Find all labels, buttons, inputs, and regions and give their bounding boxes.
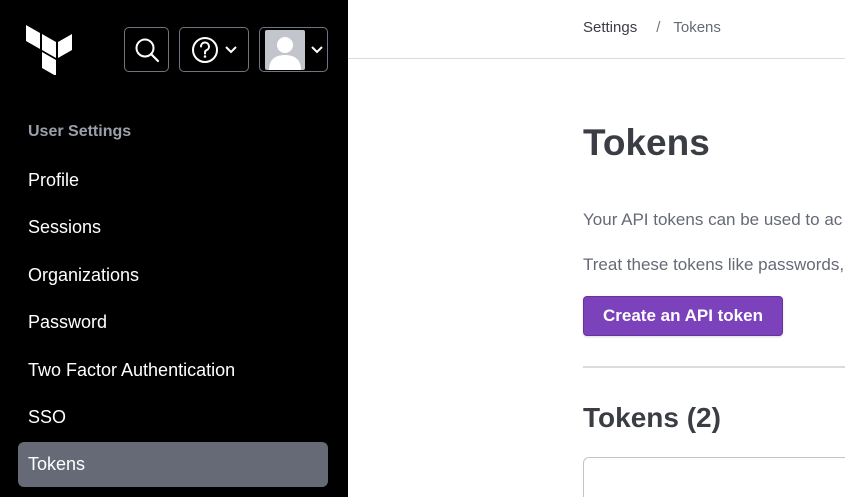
tokens-list-card	[583, 457, 845, 497]
create-api-token-button[interactable]: Create an API token	[583, 296, 783, 336]
sidebar-item-tokens[interactable]: Tokens	[18, 442, 328, 487]
chevron-down-icon	[225, 45, 237, 53]
warning-text: Treat these tokens like passwords,	[583, 255, 845, 274]
top-bar: Settings / Tokens	[348, 0, 845, 59]
sidebar-section-label: User Settings	[28, 123, 132, 140]
tokens-list-title: Tokens (2)	[583, 402, 721, 433]
sidebar-item-password[interactable]: Password	[18, 300, 328, 345]
help-menu-button[interactable]	[179, 27, 249, 72]
breadcrumb-settings-link[interactable]: Settings	[583, 19, 637, 36]
user-menu-button[interactable]	[259, 27, 328, 72]
sidebar-item-organizations[interactable]: Organizations	[18, 253, 328, 298]
search-icon	[135, 38, 159, 62]
chevron-down-icon	[310, 45, 323, 53]
divider	[583, 366, 845, 368]
sidebar-item-profile[interactable]: Profile	[18, 158, 328, 203]
search-button[interactable]	[124, 27, 169, 72]
breadcrumb-separator: /	[656, 19, 661, 36]
terraform-logo[interactable]	[26, 25, 72, 75]
sidebar-item-sso[interactable]: SSO	[18, 395, 328, 440]
avatar	[264, 29, 305, 70]
sidebar-item-sessions[interactable]: Sessions	[18, 205, 328, 250]
breadcrumb-current: Tokens	[673, 19, 721, 36]
description-text: Your API tokens can be used to ac	[583, 210, 843, 229]
page-title: Tokens	[583, 122, 710, 163]
sidebar: User Settings Profile Sessions Organizat…	[0, 0, 348, 497]
breadcrumb: Settings / Tokens	[583, 19, 721, 36]
sidebar-item-two-factor-authentication[interactable]: Two Factor Authentication	[18, 348, 328, 393]
help-icon	[192, 36, 218, 63]
